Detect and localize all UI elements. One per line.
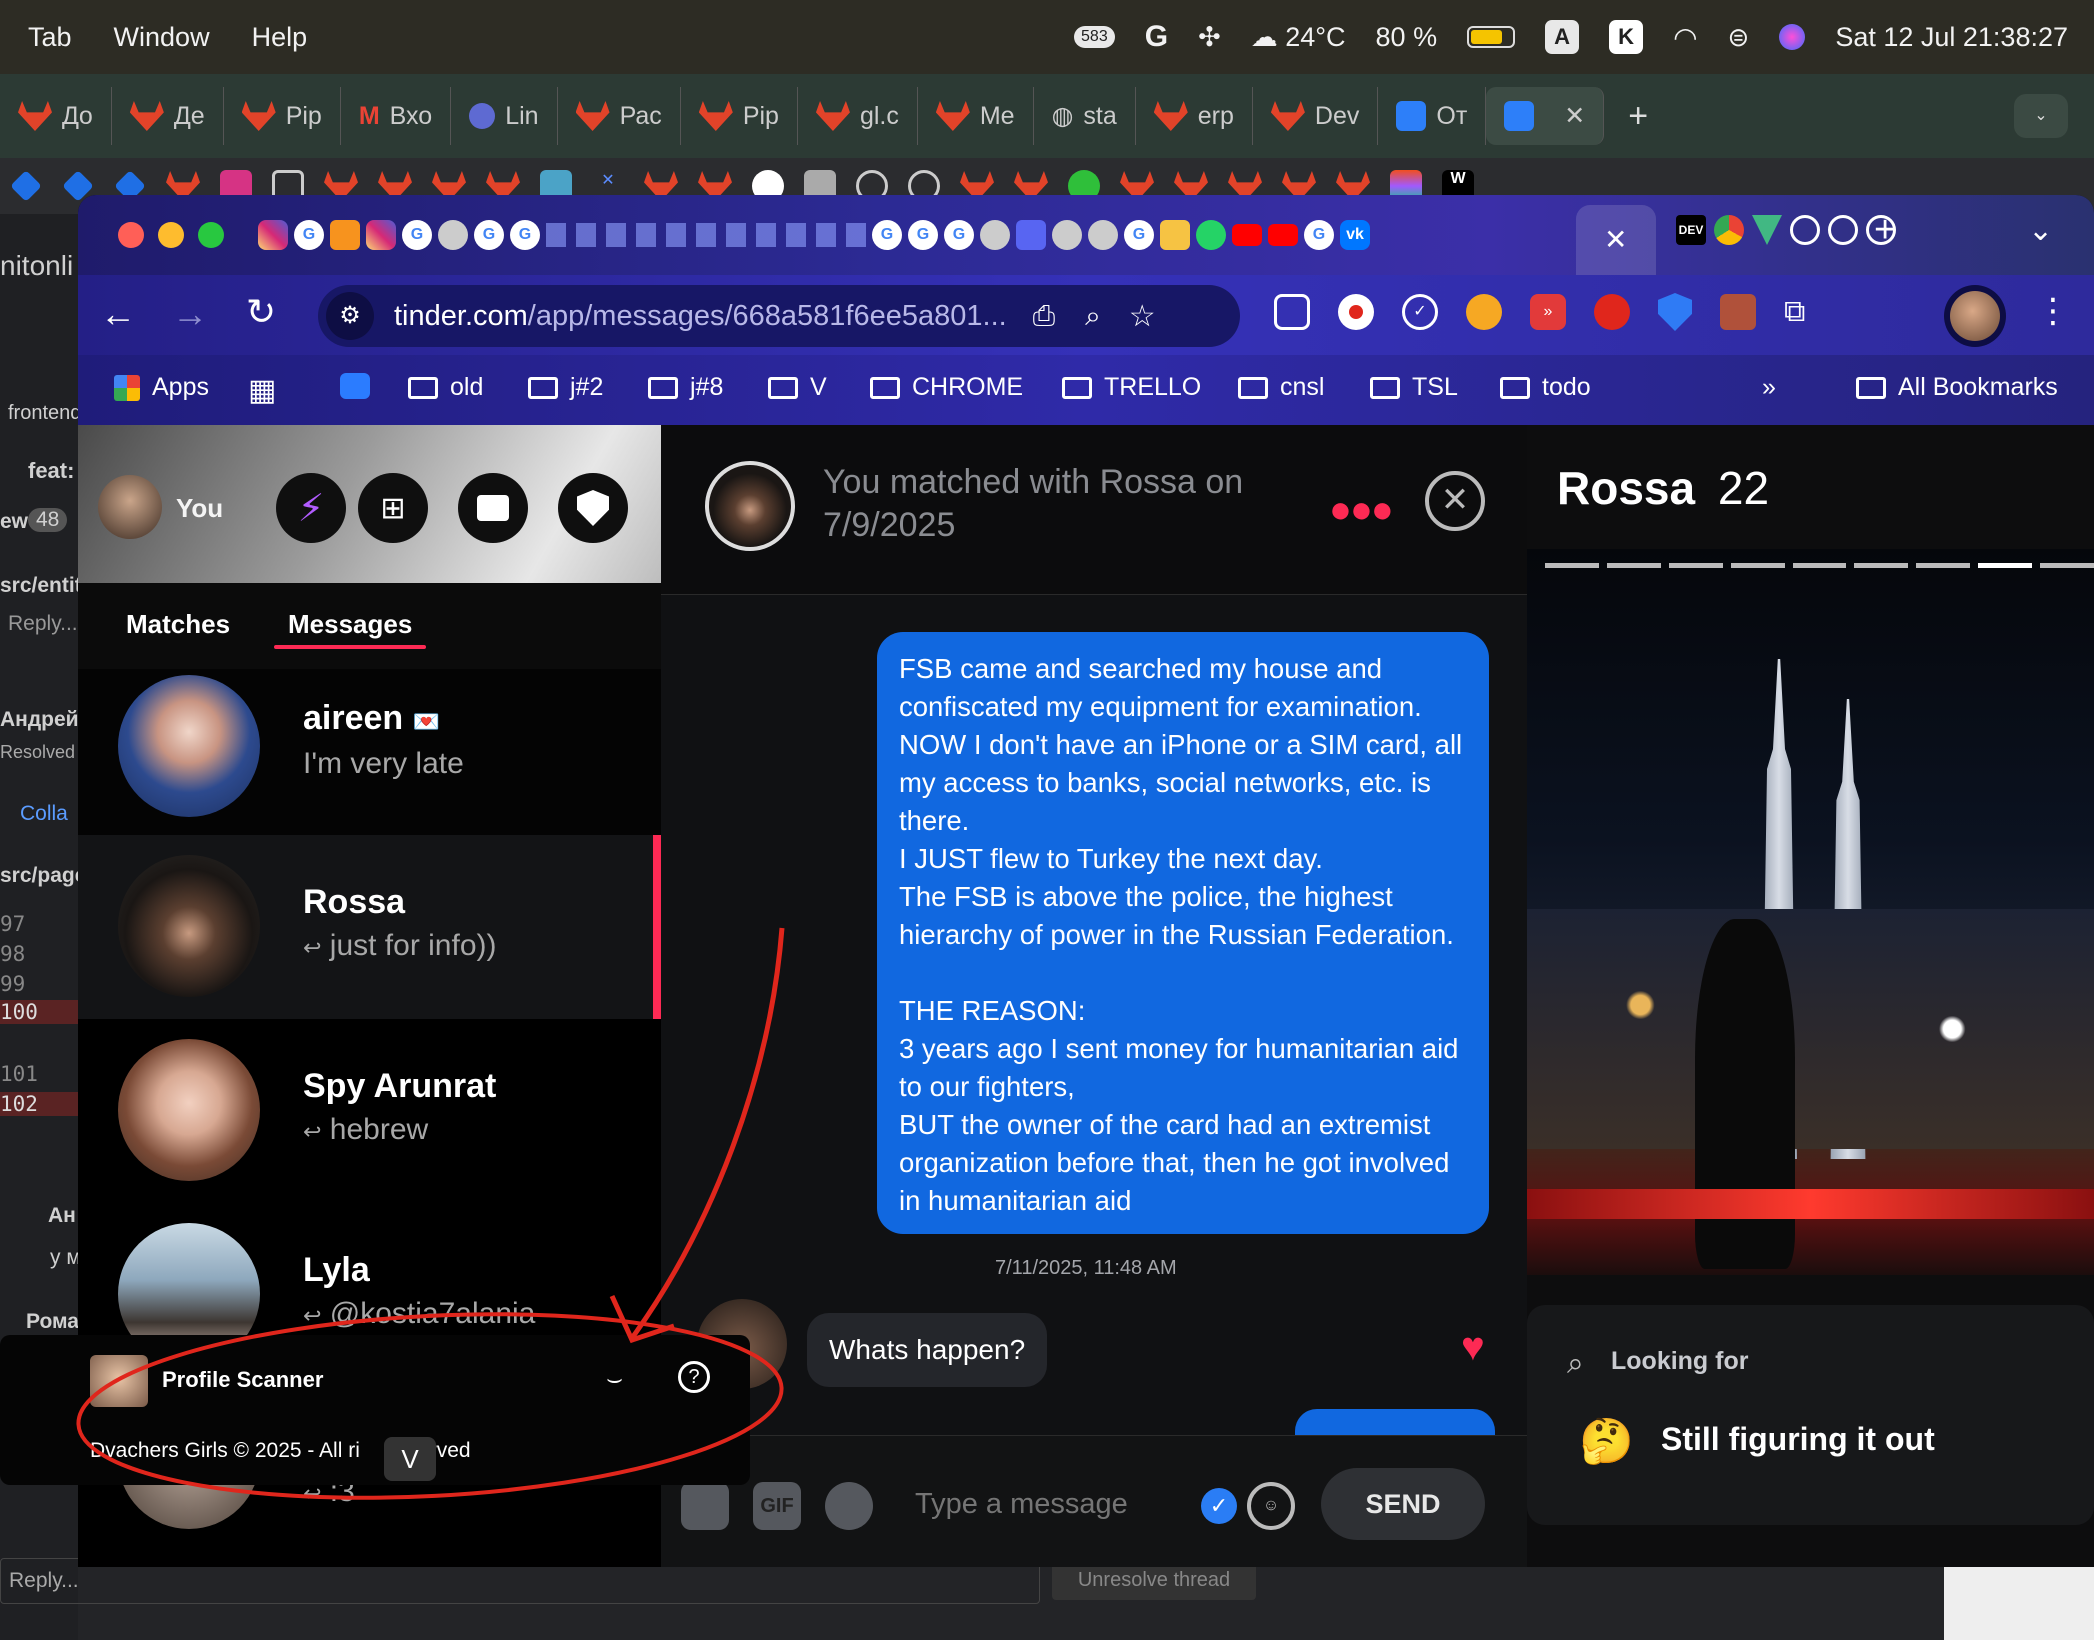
annotation-circle [76, 1312, 784, 1500]
annotation-arrow [76, 927, 785, 1500]
annotation-arrow-line [629, 927, 785, 1340]
